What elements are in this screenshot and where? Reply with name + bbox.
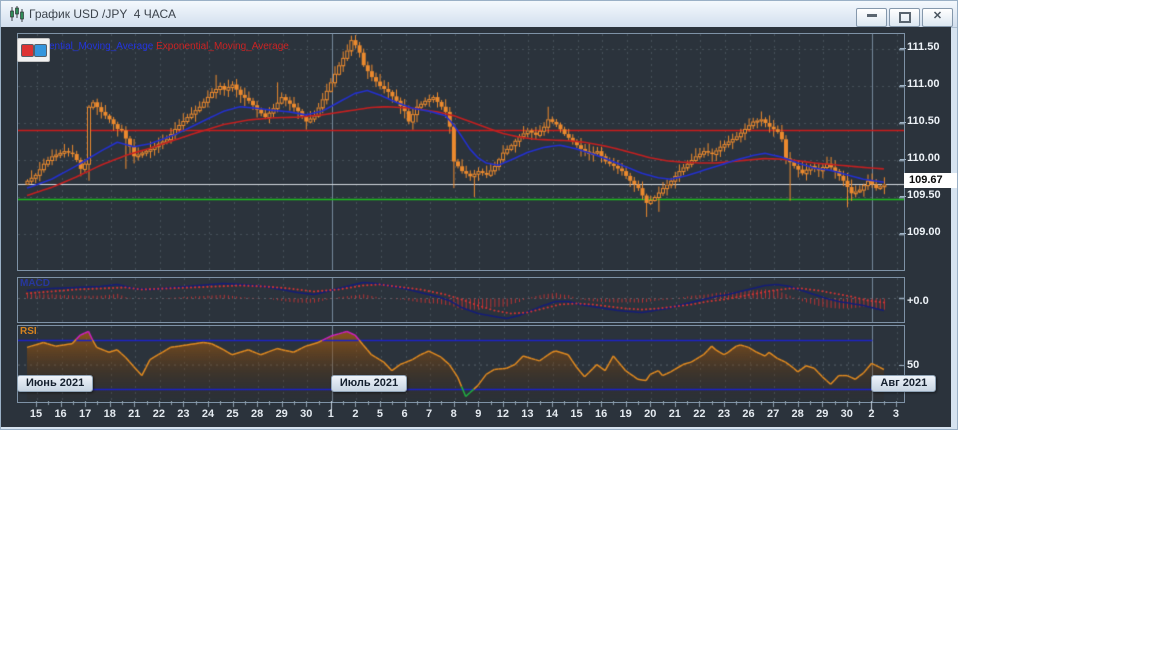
macd-panel-label: MACD (20, 278, 50, 289)
axis-tick (900, 159, 906, 160)
title-bar[interactable]: График USD /JPY 4 ЧАСА ✕ (1, 1, 957, 28)
axis-tick (900, 233, 906, 234)
restore-icon (898, 12, 911, 23)
close-button[interactable]: ✕ (922, 8, 953, 27)
price-axis-label: 111.00 (907, 78, 940, 90)
restore-button[interactable] (889, 8, 920, 27)
month-marker-label: Июнь 2021 (17, 375, 94, 392)
date-label: 22 (152, 408, 165, 420)
date-label: 12 (496, 408, 509, 420)
rsi-chart-canvas[interactable] (17, 325, 905, 403)
candlestick-chart-icon (10, 6, 24, 22)
month-marker-label: Авг 2021 (871, 375, 937, 392)
ema-fast-label: ential_Moving_Average (49, 41, 154, 52)
date-label: 3 (892, 408, 899, 420)
month-marker-label: Июль 2021 (330, 375, 408, 392)
date-label: 28 (251, 408, 264, 420)
axis-tick (900, 122, 906, 123)
date-label: 25 (226, 408, 239, 420)
date-label: 29 (275, 408, 288, 420)
current-price-badge: 109.67 (904, 173, 957, 188)
date-label: 23 (177, 408, 190, 420)
date-label: 30 (300, 408, 313, 420)
date-label: 29 (816, 408, 829, 420)
ema-fast-swatch[interactable] (34, 44, 47, 57)
window-title: График USD /JPY 4 ЧАСА (29, 7, 176, 21)
date-label: 7 (426, 408, 433, 420)
date-label: 26 (742, 408, 755, 420)
ema-slow-swatch[interactable] (21, 44, 34, 57)
date-label: 27 (766, 408, 780, 420)
price-axis-label: 110.00 (907, 152, 941, 164)
date-label: 15 (570, 408, 583, 420)
date-label: 15 (29, 408, 43, 420)
price-axis-label: 110.50 (907, 115, 941, 127)
date-label: 21 (668, 408, 681, 420)
date-label: 21 (128, 408, 141, 420)
date-label: 16 (54, 408, 67, 420)
rsi-mid-label: 50 (907, 359, 920, 371)
date-label: 17 (79, 408, 92, 420)
price-axis-label: 109.00 (907, 226, 941, 238)
date-label: 16 (594, 408, 608, 420)
chart-window: График USD /JPY 4 ЧАСА ✕ ential_Moving_A… (0, 0, 958, 430)
date-label: 24 (201, 408, 215, 420)
price-axis-label: 111.50 (907, 41, 940, 53)
ema-slow-label: Exponential_Moving_Average (156, 41, 289, 52)
close-icon: ✕ (932, 10, 943, 22)
date-label: 8 (450, 408, 457, 420)
legend-swatch-box (17, 38, 50, 62)
price-axis-label: 109.50 (907, 189, 941, 201)
price-chart-canvas[interactable] (17, 33, 905, 271)
axis-tick (900, 48, 906, 49)
date-label: 28 (791, 408, 804, 420)
date-label: 22 (693, 408, 706, 420)
minimize-icon (866, 14, 877, 17)
date-label: 23 (717, 408, 731, 420)
date-label: 6 (401, 408, 408, 420)
date-label: 1 (327, 408, 334, 420)
date-label: 2 (868, 408, 875, 420)
date-label: 19 (619, 408, 632, 420)
date-label: 5 (376, 408, 384, 420)
axis-tick (900, 196, 906, 197)
date-label: 2 (352, 408, 359, 420)
date-label: 20 (644, 408, 657, 420)
axis-tick (900, 85, 906, 86)
indicator-legend: ential_Moving_Average Exponential_Moving… (49, 41, 289, 52)
rsi-panel-label: RSI (20, 326, 37, 337)
macd-chart-canvas[interactable] (17, 277, 905, 323)
macd-zero-label: +0.0 (907, 295, 929, 307)
date-label: 30 (840, 408, 853, 420)
date-label: 9 (475, 408, 482, 420)
date-label: 13 (521, 408, 534, 420)
minimize-button[interactable] (856, 8, 887, 27)
date-label: 18 (103, 408, 116, 420)
date-label: 14 (545, 408, 559, 420)
